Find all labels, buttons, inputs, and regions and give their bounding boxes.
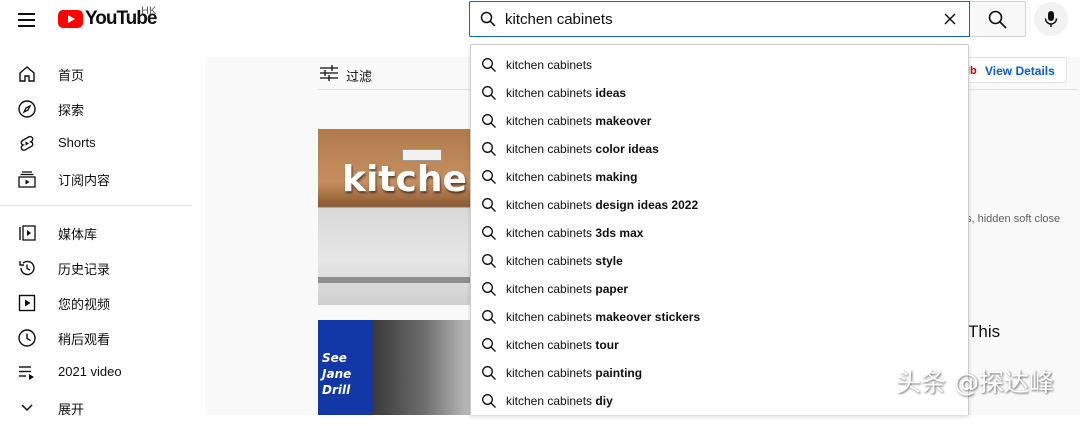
suggestion-text: kitchen cabinets ideas [506, 86, 627, 100]
search-input[interactable] [505, 7, 925, 31]
sidebar-item-your-videos[interactable]: 您的视频 [0, 286, 204, 321]
chevron-down-icon [21, 404, 33, 412]
close-icon [944, 13, 956, 25]
sidebar-item-history[interactable]: 历史记录 [0, 251, 204, 286]
suggestion-text: kitchen cabinets making [506, 170, 638, 184]
video-thumbnail[interactable]: kitchen [318, 129, 470, 305]
search-button[interactable] [970, 1, 1026, 37]
explore-icon [18, 100, 36, 118]
suggestion-text: kitchen cabinets color ideas [506, 142, 659, 156]
suggestion-item[interactable]: kitchen cabinets design ideas 2022 [471, 191, 968, 219]
suggestion-text: kitchen cabinets paper [506, 282, 629, 296]
sidebar-item-playlist[interactable]: 2021 video [0, 356, 204, 391]
subscriptions-icon [18, 171, 36, 188]
search-icon [482, 198, 496, 212]
suggestion-text: kitchen cabinets tour [506, 338, 619, 352]
library-icon [19, 225, 36, 241]
suggestion-text: kitchen cabinets design ideas 2022 [506, 198, 699, 212]
sidebar-item-label: 2021 video [58, 364, 122, 379]
sidebar-item-label: 媒体库 [58, 227, 98, 242]
thumbnail-text: kitchen [342, 159, 470, 200]
suggestion-item[interactable]: kitchen cabinets ideas [471, 79, 968, 107]
search-icon [482, 226, 496, 240]
sidebar-item-label: 首页 [58, 68, 85, 83]
video-thumbnail[interactable]: See Jane Drill [318, 320, 470, 415]
sidebar-item-label: 订阅内容 [58, 173, 111, 188]
thumbnail-detail [318, 277, 470, 283]
playlist-icon [19, 366, 34, 380]
search-icon [482, 338, 496, 352]
suggestion-item[interactable]: kitchen cabinets paper [471, 275, 968, 303]
sidebar-item-show-more[interactable]: 展开 [0, 391, 204, 426]
sidebar-item-explore[interactable]: 探索 [0, 92, 204, 127]
suggestion-item[interactable]: kitchen cabinets color ideas [471, 135, 968, 163]
search-icon [480, 11, 496, 27]
search-icon [482, 394, 496, 408]
sidebar-item-label: 探索 [58, 103, 85, 118]
search-suggestions: kitchen cabinets kitchen cabinets ideas … [470, 44, 969, 415]
suggestion-item[interactable]: kitchen cabinets diy [471, 387, 968, 415]
search-icon [482, 366, 496, 380]
suggestion-item[interactable]: kitchen cabinets tour [471, 331, 968, 359]
search-icon [482, 310, 496, 324]
region-code: HK [141, 5, 157, 17]
video-title[interactable]: This [968, 322, 1000, 342]
suggestion-text: kitchen cabinets makeover [506, 114, 652, 128]
video-description: s, hidden soft close [966, 213, 1061, 225]
your-videos-icon [18, 294, 36, 312]
search-icon [482, 114, 496, 128]
thumbnail-text: See Jane Drill [322, 351, 352, 397]
sidebar-item-label: 稍后观看 [58, 332, 111, 347]
suggestion-item[interactable]: kitchen cabinets making [471, 163, 968, 191]
suggestion-item[interactable]: kitchen cabinets makeover [471, 107, 968, 135]
search-icon [482, 86, 496, 100]
watermark: 头条 @探达峰 [896, 368, 1054, 397]
clear-search-button[interactable] [937, 6, 963, 32]
history-icon [19, 260, 35, 276]
search-box [469, 1, 970, 37]
filter-label: 过滤 [346, 69, 373, 84]
sidebar-item-label: 历史记录 [58, 262, 111, 277]
suggestion-text: kitchen cabinets makeover stickers [506, 310, 701, 324]
suggestion-text: kitchen cabinets painting [506, 366, 643, 380]
search-icon [482, 58, 496, 72]
suggestion-item[interactable]: kitchen cabinets painting [471, 359, 968, 387]
suggestion-text: kitchen cabinets diy [506, 394, 613, 408]
sidebar-item-library[interactable]: 媒体库 [0, 216, 204, 251]
shorts-icon [20, 135, 34, 151]
sidebar-item-label: 展开 [58, 402, 85, 417]
sidebar-divider [0, 205, 192, 206]
guide-sidebar: 首页 探索 Shorts 订阅内容 媒体库 历史记录 您的视频 稍后观看 202… [0, 57, 204, 417]
suggestion-text: kitchen cabinets style [506, 254, 623, 268]
search-icon [482, 282, 496, 296]
search-icon [482, 170, 496, 184]
suggestion-item[interactable]: kitchen cabinets 3ds max [471, 219, 968, 247]
microphone-icon [1044, 11, 1058, 27]
voice-search-button[interactable] [1034, 2, 1068, 36]
suggestion-item[interactable]: kitchen cabinets style [471, 247, 968, 275]
search-icon [482, 254, 496, 268]
search-icon [988, 10, 1007, 29]
menu-icon[interactable] [14, 8, 40, 32]
sidebar-item-label: 您的视频 [58, 297, 111, 312]
youtube-play-icon [58, 10, 83, 28]
sidebar-item-shorts[interactable]: Shorts [0, 127, 204, 162]
suggestion-text: kitchen cabinets 3ds max [506, 226, 644, 240]
search-icon [482, 142, 496, 156]
home-icon [19, 66, 35, 82]
sidebar-item-subscriptions[interactable]: 订阅内容 [0, 162, 204, 197]
view-details-label: View Details [985, 64, 1055, 78]
view-details-button[interactable]: lb View Details [958, 57, 1067, 83]
suggestion-item[interactable]: kitchen cabinets [471, 51, 968, 79]
filter-icon [320, 65, 338, 81]
suggestion-item[interactable]: kitchen cabinets makeover stickers [471, 303, 968, 331]
sidebar-item-home[interactable]: 首页 [0, 57, 204, 92]
sidebar-item-label: Shorts [58, 135, 96, 150]
sidebar-item-watch-later[interactable]: 稍后观看 [0, 321, 204, 356]
suggestion-text: kitchen cabinets [506, 58, 593, 72]
watch-later-icon [18, 329, 36, 347]
